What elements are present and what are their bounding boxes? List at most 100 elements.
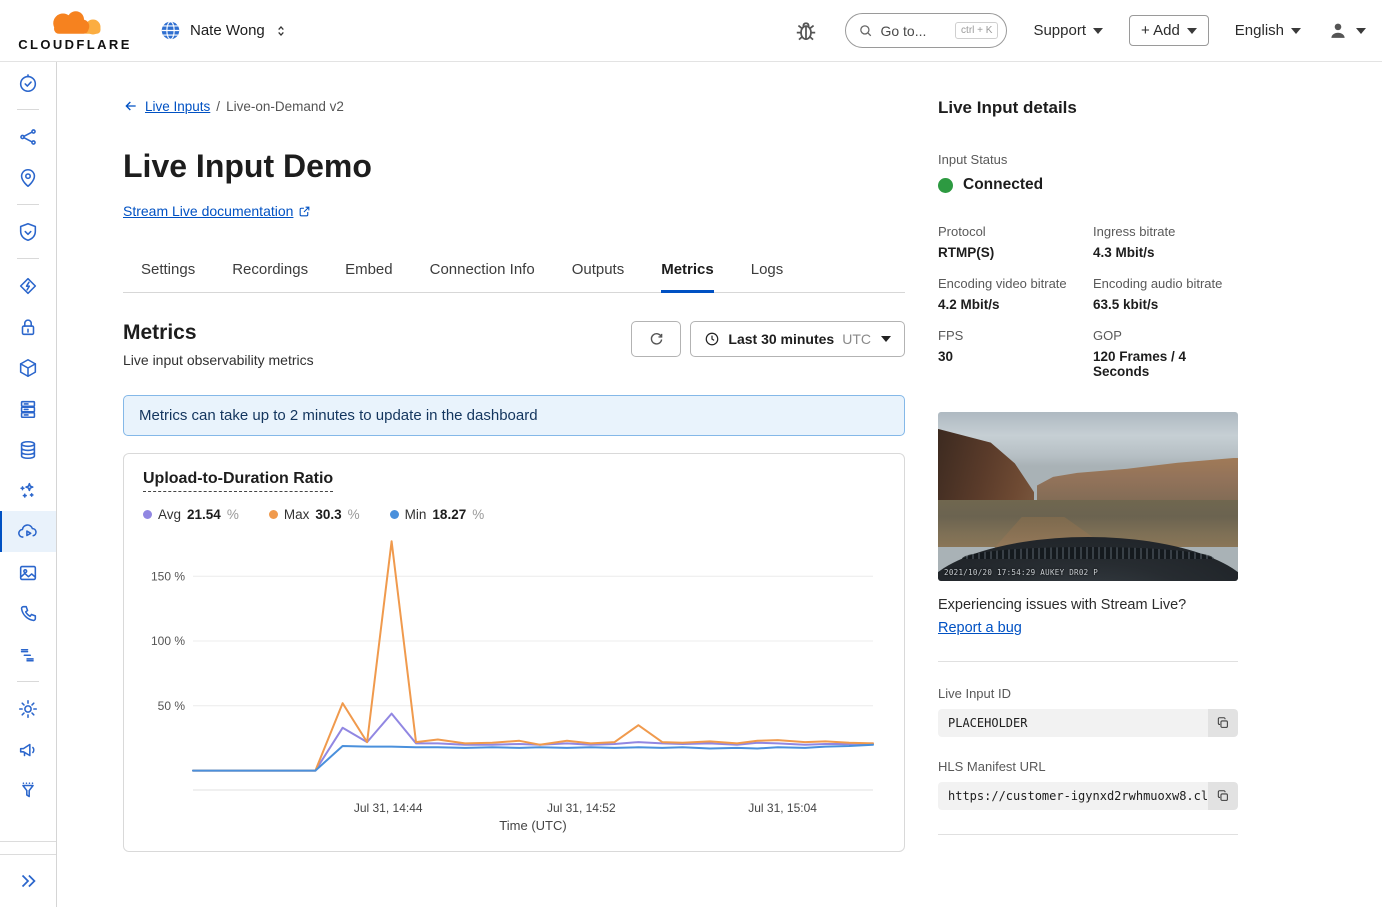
sidebar-item-shield-security[interactable]	[0, 211, 56, 252]
megaphone-icon	[17, 739, 39, 761]
globe-icon	[160, 20, 181, 41]
issues-text: Experiencing issues with Stream Live?	[938, 597, 1238, 613]
sidebar-collapse-button[interactable]	[0, 855, 56, 907]
account-name: Nate Wong	[190, 22, 265, 39]
upload-duration-card: Upload-to-Duration Ratio Avg21.54%Max30.…	[123, 453, 905, 852]
legend-dot	[143, 510, 152, 519]
sidebar-item-calls-phone[interactable]	[0, 593, 56, 634]
svg-text:Jul 31, 15:04: Jul 31, 15:04	[748, 801, 817, 815]
status-connected-dot	[938, 178, 953, 193]
sidebar-item-stream-cloud-play[interactable]	[0, 511, 56, 552]
tab-connection-info[interactable]: Connection Info	[430, 251, 535, 293]
support-menu[interactable]: Support	[1033, 22, 1103, 39]
detail-label: Protocol	[938, 224, 1083, 239]
tab-recordings[interactable]: Recordings	[232, 251, 308, 293]
sidebar-item-lock[interactable]	[0, 306, 56, 347]
sidebar-item-workers-cube[interactable]	[0, 347, 56, 388]
legend-unit: %	[227, 507, 239, 522]
page-title: Live Input Demo	[123, 148, 905, 185]
clock-icon	[704, 331, 720, 347]
legend-avg: Avg 21.54%	[143, 507, 239, 522]
metrics-subheading: Live input observability metrics	[123, 352, 314, 368]
legend-value: 18.27	[432, 507, 466, 522]
user-menu[interactable]	[1327, 20, 1366, 42]
language-menu[interactable]: English	[1235, 22, 1301, 39]
sidebar-item-database[interactable]	[0, 429, 56, 470]
workers-cube-icon	[17, 357, 39, 379]
sidebar-item-gantt-bars[interactable]	[0, 634, 56, 675]
refresh-button[interactable]	[631, 321, 681, 357]
sidebar-item-map-pin[interactable]	[0, 157, 56, 198]
funnel-filter-icon	[17, 780, 39, 802]
chevron-down-icon	[1187, 28, 1197, 34]
chevron-down-icon	[1093, 28, 1103, 34]
chevron-down-icon	[1356, 28, 1366, 34]
status-badge: Connected	[963, 176, 1043, 194]
sidebar-item-traffic-split[interactable]	[0, 116, 56, 157]
sidebar-item-funnel-filter[interactable]	[0, 770, 56, 811]
time-range-dropdown[interactable]: Last 30 minutes UTC	[690, 321, 905, 357]
search-placeholder: Go to...	[880, 23, 948, 39]
live-input-details-panel: Live Input details Input Status Connecte…	[938, 98, 1238, 859]
tab-metrics[interactable]: Metrics	[661, 251, 714, 293]
hls-manifest-value: https://customer-igynxd2rwhmuoxw8.cloudf	[948, 789, 1237, 803]
global-search[interactable]: Go to... ctrl + K	[845, 13, 1007, 48]
sidebar-divider	[0, 675, 56, 688]
bug-report-icon[interactable]	[793, 18, 819, 44]
account-switcher[interactable]: Nate Wong	[160, 20, 288, 41]
svg-text:Jul 31, 14:44: Jul 31, 14:44	[354, 801, 423, 815]
live-input-id-label: Live Input ID	[938, 686, 1238, 701]
svg-text:150 %: 150 %	[151, 569, 185, 583]
tab-settings[interactable]: Settings	[141, 251, 195, 293]
copy-live-input-id-button[interactable]	[1208, 709, 1238, 737]
detail-field: FPS30	[938, 328, 1083, 379]
detail-field: ProtocolRTMP(S)	[938, 224, 1083, 260]
sidebar-item-images[interactable]	[0, 552, 56, 593]
live-preview-thumbnail: 2021/10/20 17:54:29 AUKEY DR02 P	[938, 412, 1238, 581]
breadcrumb-live-inputs-link[interactable]: Live Inputs	[145, 99, 210, 114]
copy-icon	[1216, 789, 1230, 803]
legend-value: 21.54	[187, 507, 221, 522]
metrics-info-banner: Metrics can take up to 2 minutes to upda…	[123, 395, 905, 436]
details-grid: ProtocolRTMP(S)Ingress bitrate4.3 Mbit/s…	[938, 224, 1238, 379]
legend-dot	[390, 510, 399, 519]
svg-text:Jul 31, 14:52: Jul 31, 14:52	[547, 801, 616, 815]
tab-outputs[interactable]: Outputs	[572, 251, 625, 293]
shield-security-icon	[17, 221, 39, 243]
tab-embed[interactable]: Embed	[345, 251, 393, 293]
legend-value: 30.3	[315, 507, 341, 522]
settings-gear-icon	[17, 698, 39, 720]
live-input-id-value: PLACEHOLDER	[948, 716, 1027, 730]
calls-phone-icon	[17, 603, 39, 625]
sidebar-item-settings-gear[interactable]	[0, 688, 56, 729]
detail-label: Ingress bitrate	[1093, 224, 1238, 239]
sidebar-item-server-stack[interactable]	[0, 388, 56, 429]
legend-name: Min	[405, 507, 427, 522]
legend-name: Avg	[158, 507, 181, 522]
hls-manifest-field: https://customer-igynxd2rwhmuoxw8.cloudf	[938, 782, 1238, 810]
sidebar-item-zap-diamond[interactable]	[0, 265, 56, 306]
divider	[938, 834, 1238, 835]
breadcrumb-current: Live-on-Demand v2	[226, 99, 344, 114]
stream-cloud-play-icon	[17, 521, 39, 543]
divider	[938, 661, 1238, 662]
legend-unit: %	[348, 507, 360, 522]
sidebar-footer	[0, 841, 56, 907]
detail-label: Encoding audio bitrate	[1093, 276, 1238, 291]
chevron-down-icon	[1291, 28, 1301, 34]
stream-docs-link[interactable]: Stream Live documentation	[123, 203, 311, 219]
copy-hls-url-button[interactable]	[1208, 782, 1238, 810]
sidebar-item-timer-check[interactable]	[0, 62, 56, 103]
detail-label: Encoding video bitrate	[938, 276, 1083, 291]
detail-value: 63.5 kbit/s	[1093, 297, 1238, 312]
sidebar-item-megaphone[interactable]	[0, 729, 56, 770]
language-label: English	[1235, 22, 1284, 39]
tab-logs[interactable]: Logs	[751, 251, 784, 293]
legend-dot	[269, 510, 278, 519]
sidebar-item-ai-sparkles[interactable]	[0, 470, 56, 511]
report-bug-link[interactable]: Report a bug	[938, 620, 1022, 636]
legend-name: Max	[284, 507, 310, 522]
zap-diamond-icon	[17, 275, 39, 297]
svg-text:100 %: 100 %	[151, 634, 185, 648]
add-button[interactable]: + Add	[1129, 15, 1209, 46]
